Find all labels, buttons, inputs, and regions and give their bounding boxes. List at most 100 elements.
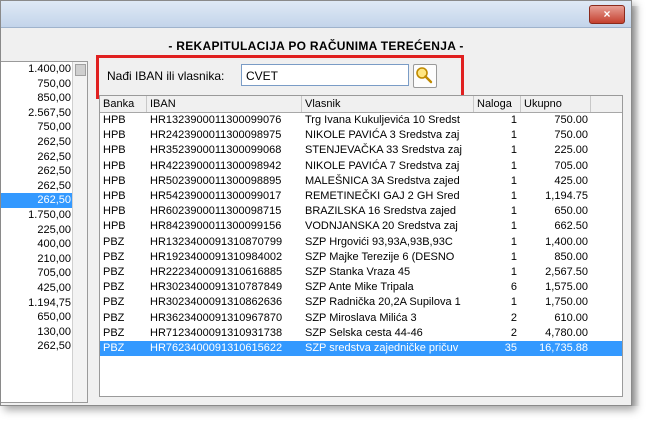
cell-ukupno: 705.00 — [554, 159, 588, 172]
cell-naloga: 1 — [510, 250, 517, 263]
table-row[interactable]: PBZ HR3623400091310967870 SZP Miroslava Mi… — [100, 311, 622, 326]
cell-ukupno: 1,575.00 — [545, 281, 588, 294]
cell-banka: PBZ — [103, 326, 125, 339]
cell-banka: HPB — [103, 144, 126, 157]
table-row[interactable]: PBZ HR2223400091310616885 SZP Stanka Vraza… — [100, 265, 622, 280]
cell-naloga: 1 — [510, 190, 517, 202]
table-row[interactable]: HPB HR6023900011300098715 BRAZILSKA 16 Sre… — [100, 204, 622, 219]
cell-ukupno: 610.00 — [554, 311, 588, 324]
cell-iban: HR3523900011300099068 — [150, 144, 282, 157]
cell-iban: HR3023400091310787849 — [150, 281, 283, 294]
cell-iban: HR4223900011300098942 — [150, 159, 282, 172]
amounts-list[interactable]: 1.400,00 750,00 850,00 2.567,50 750,00 262,50… — [1, 61, 88, 403]
cell-vlasnik: SZP Selska cesta 44-46 — [305, 326, 423, 339]
cell-banka: HPB — [103, 129, 126, 142]
cell-vlasnik: SZP Majke Terezije 6 (DESNO — [305, 250, 455, 263]
search-input[interactable]: CVET — [241, 64, 409, 86]
cell-ukupno: 750.00 — [554, 114, 588, 126]
cell-vlasnik: SZP Hrgovići 93,93A,93B,93C — [305, 235, 453, 248]
cell-vlasnik: SZP Radnička 20,2A Supilova 1 — [305, 296, 461, 309]
cell-iban: HR2423900011300098975 — [150, 129, 282, 142]
table-row[interactable]: HPB HR1323900011300099076 Trg Ivana Kukulj… — [100, 113, 622, 128]
cell-iban: HR3023400091310862636 — [150, 296, 283, 309]
cell-vlasnik: NIKOLE PAVIĆA 7 Sredstva zaj — [305, 159, 460, 172]
cell-vlasnik: SZP Miroslava Milića 3 — [305, 311, 417, 324]
cell-iban: HR7123400091310931738 — [150, 326, 283, 339]
cell-vlasnik: SZP Stanka Vraza 45 — [305, 266, 411, 278]
cell-naloga: 1 — [510, 266, 517, 278]
cell-naloga: 1 — [510, 220, 517, 233]
table-row[interactable]: PBZ HR3023400091310787849 SZP Ante Mike Tr… — [100, 280, 622, 295]
table-row[interactable]: PBZ HR3023400091310862636 SZP Radnička 20,… — [100, 295, 622, 310]
column-header-iban[interactable]: IBAN — [147, 96, 302, 112]
cell-ukupno: 1,750.00 — [545, 296, 588, 309]
cell-iban: HR2223400091310616885 — [150, 266, 283, 278]
table-row[interactable]: PBZ HR1323400091310870799 SZP Hrgovići 93,… — [100, 235, 622, 250]
cell-ukupno: 2,567.50 — [545, 266, 588, 278]
cell-naloga: 1 — [510, 296, 517, 309]
table-row[interactable]: HPB HR8423900011300099156 VODNJANSKA 20 Sr… — [100, 219, 622, 234]
table-row[interactable]: PBZ HR1923400091310984002 SZP Majke Terezi… — [100, 250, 622, 265]
table-row[interactable]: PBZ HR7123400091310931738 SZP Selska cesta… — [100, 326, 622, 341]
cell-iban: HR8423900011300099156 — [150, 220, 282, 233]
cell-vlasnik: VODNJANSKA 20 Sredstva zaj — [305, 220, 458, 233]
table-row[interactable]: PBZ HR7623400091310615622 SZP sredstva zaj… — [100, 341, 622, 356]
cell-ukupno: 750.00 — [554, 129, 588, 142]
column-header-naloga[interactable]: Naloga — [474, 96, 521, 112]
cell-ukupno: 662.50 — [554, 220, 588, 233]
cell-banka: PBZ — [103, 342, 125, 354]
cell-iban: HR7623400091310615622 — [150, 342, 283, 354]
table-row[interactable]: HPB HR5423900011300099017 REMETINEČKI GAJ … — [100, 189, 622, 204]
cell-banka: PBZ — [103, 296, 125, 309]
scrollbar-thumb[interactable] — [75, 64, 86, 76]
column-header-ukupno[interactable]: Ukupno — [521, 96, 591, 112]
cell-ukupno: 850.00 — [554, 250, 588, 263]
cell-naloga: 1 — [510, 144, 517, 157]
search-icon — [416, 67, 433, 84]
cell-ukupno: 1,400.00 — [545, 235, 588, 248]
cell-naloga: 1 — [510, 235, 517, 248]
cell-ukupno: 16,735.88 — [539, 342, 588, 354]
cell-naloga: 1 — [510, 114, 517, 126]
cell-ukupno: 4,780.00 — [545, 326, 588, 339]
table-row[interactable]: HPB HR5023900011300098895 MALEŠNICA 3A Sre… — [100, 174, 622, 189]
iban-table[interactable]: Banka IBAN Vlasnik Naloga Ukupno HPB HR13… — [99, 95, 623, 397]
cell-ukupno: 425.00 — [554, 174, 588, 187]
window-shadow — [632, 6, 640, 406]
column-header-banka[interactable]: Banka — [100, 96, 147, 112]
cell-iban: HR1323900011300099076 — [150, 114, 282, 126]
cell-banka: HPB — [103, 205, 126, 218]
column-header-vlasnik[interactable]: Vlasnik — [302, 96, 474, 112]
cell-ukupno: 650.00 — [554, 205, 588, 218]
cell-naloga: 2 — [510, 311, 517, 324]
cell-iban: HR3623400091310967870 — [150, 311, 283, 324]
cell-iban: HR6023900011300098715 — [150, 205, 282, 218]
cell-vlasnik: Trg Ivana Kukuljevića 10 Sredst — [305, 114, 460, 126]
cell-iban: HR5423900011300099017 — [150, 190, 282, 202]
cell-vlasnik: STENJEVAČKA 33 Sredstva zaj — [305, 144, 462, 157]
left-list-scrollbar[interactable] — [72, 62, 87, 402]
cell-ukupno: 225.00 — [554, 144, 588, 157]
cell-banka: HPB — [103, 114, 126, 126]
cell-banka: PBZ — [103, 311, 125, 324]
page-title: - REKAPITULACIJA PO RAČUNIMA TEREĆENJA - — [168, 39, 464, 53]
close-button[interactable]: × — [589, 5, 625, 24]
cell-banka: PBZ — [103, 281, 125, 294]
cell-banka: HPB — [103, 190, 126, 202]
cell-naloga: 2 — [510, 326, 517, 339]
table-row[interactable]: HPB HR2423900011300098975 NIKOLE PAVIĆA 3 … — [100, 128, 622, 143]
cell-vlasnik: BRAZILSKA 16 Sredstva zajed — [305, 205, 457, 218]
cell-banka: PBZ — [103, 266, 125, 278]
table-row[interactable]: HPB HR3523900011300099068 STENJEVAČKA 33 S… — [100, 143, 622, 158]
cell-banka: HPB — [103, 174, 126, 187]
cell-iban: HR1923400091310984002 — [150, 250, 283, 263]
cell-naloga: 1 — [510, 159, 517, 172]
cell-naloga: 1 — [510, 174, 517, 187]
cell-vlasnik: NIKOLE PAVIĆA 3 Sredstva zaj — [305, 129, 460, 142]
table-header: Banka IBAN Vlasnik Naloga Ukupno — [100, 96, 622, 113]
search-button[interactable] — [413, 64, 437, 88]
recap-window: × - REKAPITULACIJA PO RAČUNIMA TEREĆENJA… — [0, 0, 632, 406]
cell-banka: HPB — [103, 159, 126, 172]
table-row[interactable]: HPB HR4223900011300098942 NIKOLE PAVIĆA 7 … — [100, 159, 622, 174]
cell-banka: PBZ — [103, 235, 125, 248]
